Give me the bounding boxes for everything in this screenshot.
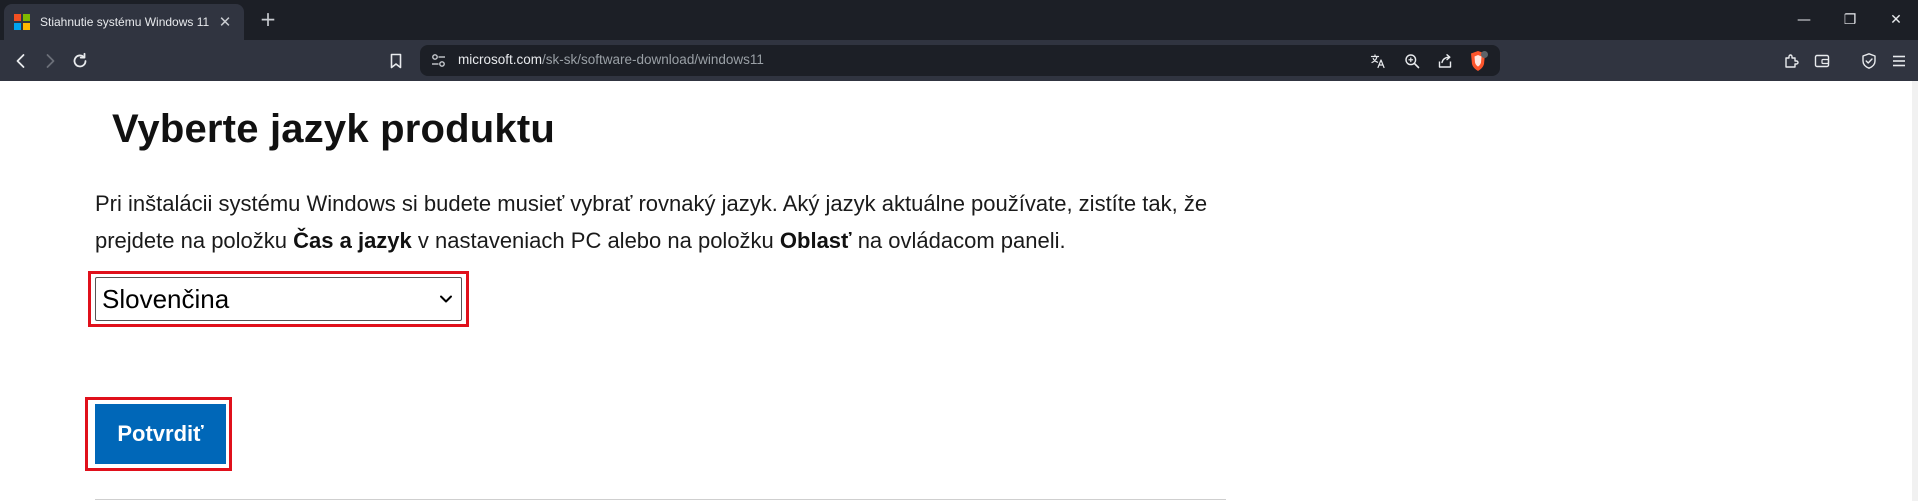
- tab-title: Stiahnutie systému Windows 11: [40, 15, 210, 29]
- page-content: Vyberte jazyk produktu Pri inštalácii sy…: [0, 81, 1918, 501]
- language-select[interactable]: Slovenčina: [95, 277, 462, 321]
- language-instructions: Pri inštalácii systému Windows si budete…: [95, 185, 1235, 259]
- region-label: Oblasť: [779, 228, 852, 253]
- tab-strip: Stiahnutie systému Windows 11 ✕ + — ❐ ✕: [0, 0, 1918, 40]
- share-icon[interactable]: [1435, 51, 1455, 71]
- url-host: microsoft.com: [458, 52, 543, 67]
- url-path: /sk-sk/software-download/windows11: [542, 52, 764, 67]
- forward-arrow-icon[interactable]: [37, 48, 63, 74]
- language-select-value: Slovenčina: [102, 283, 230, 314]
- vpn-shield-icon[interactable]: [1856, 48, 1882, 74]
- translate-icon[interactable]: [1368, 51, 1388, 71]
- address-bar[interactable]: microsoft.com/sk-sk/software-download/wi…: [420, 45, 1500, 76]
- page-scrollbar[interactable]: [1912, 81, 1918, 501]
- site-settings-icon[interactable]: [430, 52, 447, 69]
- time-and-language-label: Čas a jazyk: [293, 228, 412, 253]
- page-title: Vyberte jazyk produktu: [112, 107, 556, 151]
- brave-shields-icon[interactable]: [1466, 49, 1490, 73]
- instructions-text-3: na ovládacom paneli.: [851, 228, 1066, 253]
- windows-logo-icon: [14, 14, 30, 30]
- url-text[interactable]: microsoft.com/sk-sk/software-download/wi…: [458, 52, 764, 67]
- browser-toolbar: microsoft.com/sk-sk/software-download/wi…: [0, 40, 1918, 81]
- new-tab-plus-icon[interactable]: +: [256, 8, 280, 32]
- extensions-puzzle-icon[interactable]: [1779, 48, 1805, 74]
- close-window-icon[interactable]: ✕: [1882, 8, 1910, 32]
- reload-icon[interactable]: [67, 48, 93, 74]
- minimize-window-icon[interactable]: —: [1790, 8, 1818, 32]
- zoom-icon[interactable]: [1402, 51, 1422, 71]
- bookmark-icon[interactable]: [383, 48, 409, 74]
- back-arrow-icon[interactable]: [8, 48, 34, 74]
- close-tab-icon[interactable]: ✕: [216, 13, 234, 31]
- chevron-down-icon: [440, 295, 452, 303]
- sidebar-wallet-icon[interactable]: [1809, 48, 1835, 74]
- browser-tab-active[interactable]: Stiahnutie systému Windows 11 ✕: [4, 4, 244, 40]
- confirm-button[interactable]: Potvrdiť: [95, 404, 226, 464]
- menu-hamburger-icon[interactable]: [1886, 48, 1912, 74]
- restore-window-icon[interactable]: ❐: [1836, 8, 1864, 32]
- section-divider: [95, 499, 1226, 500]
- instructions-text-2: v nastaveniach PC alebo na položku: [411, 228, 780, 253]
